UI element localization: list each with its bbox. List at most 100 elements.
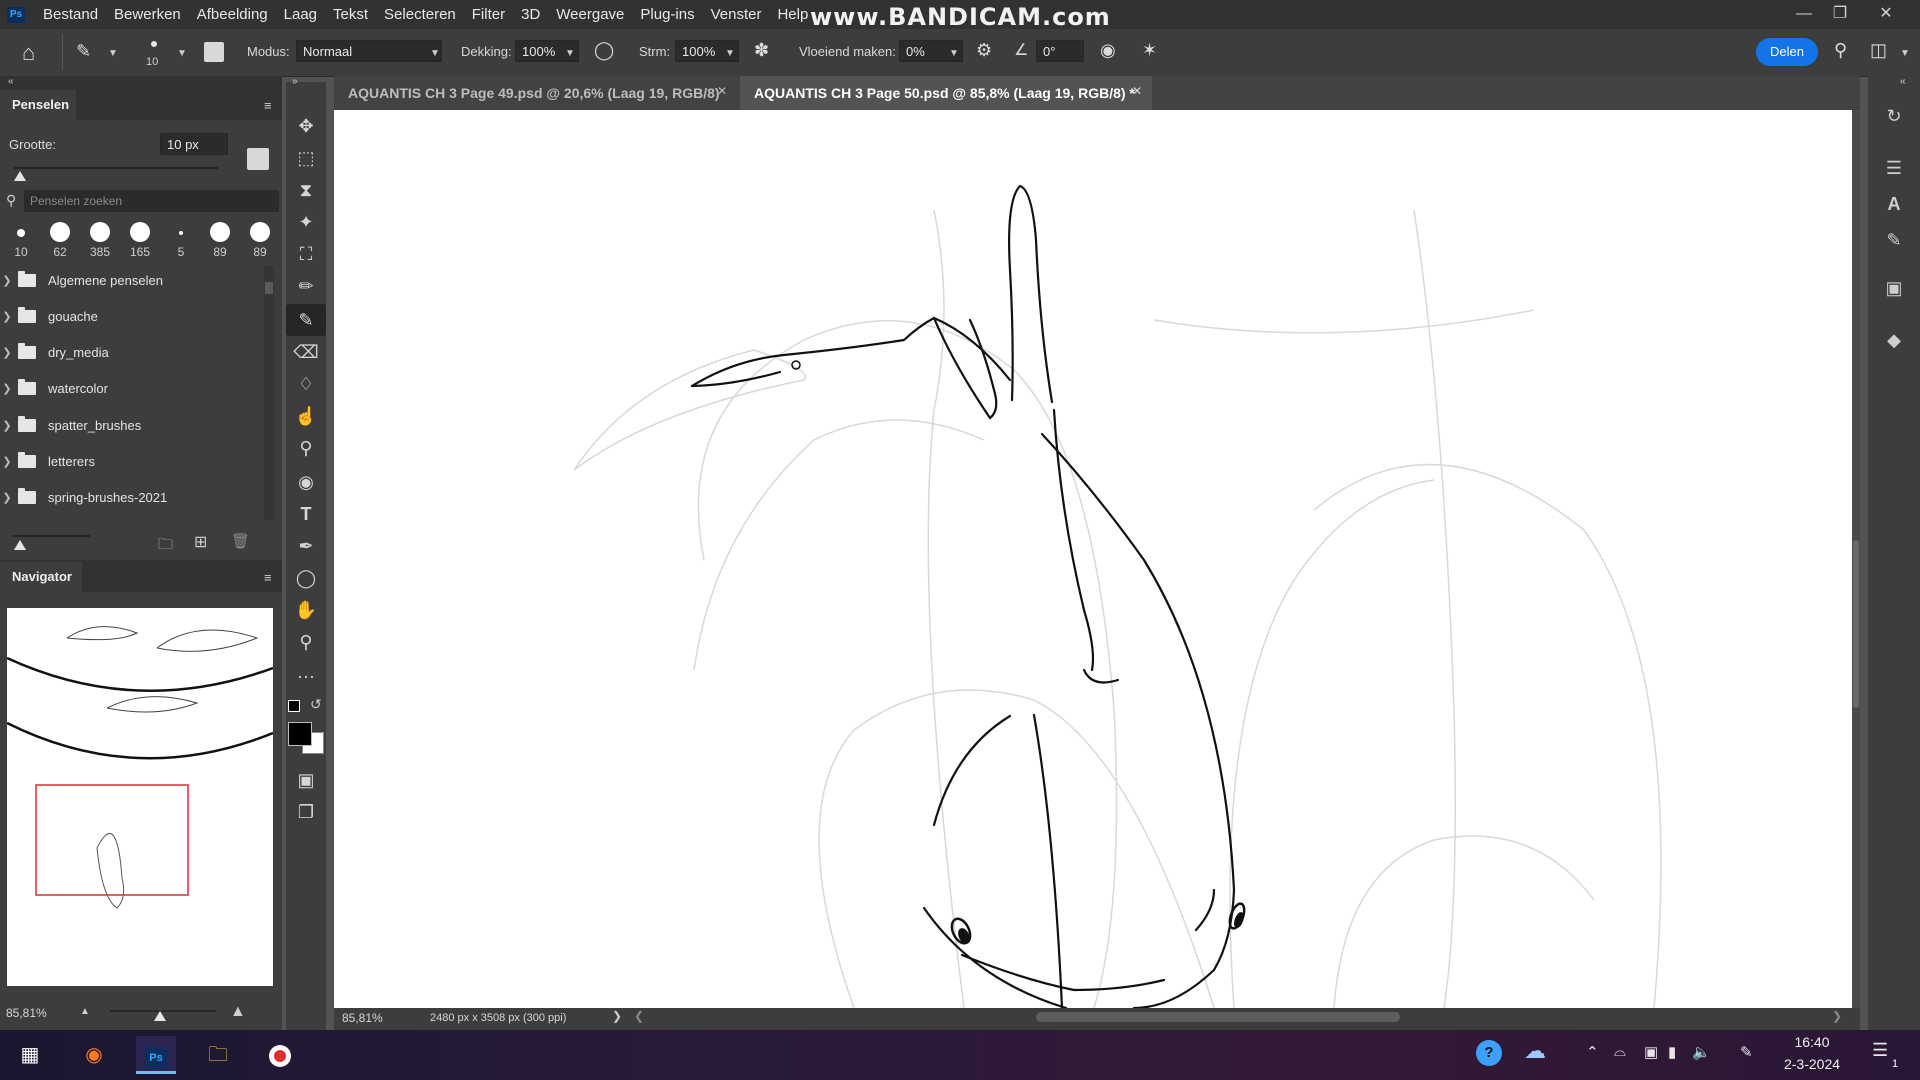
smudge-tool-icon[interactable]: ☝ [286, 400, 326, 432]
zoom-out-icon[interactable]: ▲ [80, 1006, 90, 1017]
brush-tool-icon[interactable]: ✎ [76, 41, 91, 62]
preview-size-slider[interactable] [12, 535, 90, 537]
brush-preset-dot[interactable] [90, 222, 110, 242]
close-icon[interactable]: ✕ [1868, 0, 1904, 29]
preview-slider-thumb[interactable] [14, 540, 26, 550]
brush-preset-dot[interactable] [179, 231, 183, 235]
menu-laag[interactable]: Laag [276, 0, 325, 29]
brush-folder[interactable]: ❯ watercolor [0, 370, 264, 406]
document-canvas[interactable] [334, 110, 1860, 1010]
airbrush-icon[interactable]: ✽ [754, 40, 769, 61]
navigator-zoom-value[interactable]: 85,81% [6, 1006, 47, 1020]
brush-preset-dot[interactable] [210, 222, 230, 242]
navigator-view-frame[interactable] [35, 784, 189, 896]
chevron-up-icon[interactable]: ⌃ [1586, 1043, 1599, 1061]
blob-brush-tool-icon[interactable]: ◉ [286, 466, 326, 498]
lasso-tool-icon[interactable]: ⧗ [286, 174, 326, 206]
libraries-panel-icon[interactable]: ▣ [1878, 272, 1910, 304]
brush-search-input[interactable]: Penselen zoeken [24, 190, 279, 212]
chevron-right-icon[interactable]: ❯ [0, 382, 14, 395]
navigator-preview[interactable] [7, 608, 273, 986]
vertical-scrollbar-thumb[interactable] [1853, 540, 1859, 708]
ellipse-tool-icon[interactable]: ◯ [286, 562, 326, 594]
brush-folder[interactable]: ❯ spatter_brushes [0, 407, 264, 443]
folder-scrollbar-thumb[interactable] [265, 282, 273, 294]
eraser-tool-icon[interactable]: ⌫ [286, 336, 326, 368]
scroll-right-icon[interactable]: ❯ [1832, 1009, 1842, 1023]
dodge-tool-icon[interactable]: ⚲ [286, 432, 326, 464]
volume-icon[interactable]: 🔈 [1692, 1043, 1711, 1061]
panel-menu-icon[interactable]: ≡ [264, 570, 272, 585]
chevron-right-icon[interactable]: ❯ [0, 310, 14, 323]
tab-penselen[interactable]: Penselen [0, 90, 76, 120]
menu-afbeelding[interactable]: Afbeelding [189, 0, 276, 29]
menu-tekst[interactable]: Tekst [325, 0, 376, 29]
chevron-right-icon[interactable]: ❯ [0, 346, 14, 359]
mode-select[interactable]: Normaal [296, 40, 442, 62]
chevron-down-icon[interactable]: ▼ [108, 48, 118, 59]
marquee-tool-icon[interactable]: ⬚ [286, 142, 326, 174]
brush-preset-dot[interactable] [250, 222, 270, 242]
paint-bucket-tool-icon[interactable]: ♢ [286, 368, 326, 400]
collapse-panel-icon[interactable]: « [1900, 76, 1906, 87]
angle-field[interactable]: 0° [1036, 40, 1084, 62]
chevron-down-icon[interactable]: ▼ [949, 48, 959, 59]
folder-scrollbar[interactable] [264, 266, 274, 520]
screen-mode-icon[interactable]: ❐ [286, 796, 326, 828]
tab-navigator[interactable]: Navigator [0, 562, 82, 592]
panel-menu-icon[interactable]: ≡ [264, 98, 272, 113]
menu-plug-ins[interactable]: Plug-ins [632, 0, 702, 29]
camera-icon[interactable]: ▣ [1644, 1043, 1658, 1061]
pen-icon[interactable]: ✎ [1740, 1043, 1753, 1061]
eyedropper-tool-icon[interactable]: ✏ [286, 270, 326, 302]
close-tab-icon[interactable]: ✕ [717, 84, 727, 98]
photoshop-logo-icon[interactable]: Ps [7, 6, 25, 23]
magic-wand-tool-icon[interactable]: ✦ [286, 206, 326, 238]
brush-folder[interactable]: ❯ gouache [0, 298, 264, 334]
brush-folder[interactable]: ❯ dry_media [0, 334, 264, 370]
zoom-tool-icon[interactable]: ⚲ [286, 626, 326, 658]
swap-colors-icon[interactable]: ↺ [310, 696, 322, 713]
adjustments-panel-icon[interactable]: ☰ [1878, 152, 1910, 184]
document-tab[interactable]: AQUANTIS CH 3 Page 49.psd @ 20,6% (Laag … [334, 76, 740, 110]
clock-time[interactable]: 16:40 [1782, 1034, 1842, 1050]
chevron-down-icon[interactable]: ▼ [725, 48, 735, 59]
menu-bewerken[interactable]: Bewerken [106, 0, 189, 29]
gear-icon[interactable]: ⚙ [976, 40, 992, 61]
add-brush-icon[interactable]: ⊞ [194, 532, 207, 552]
clock-date[interactable]: 2-3-2024 [1774, 1056, 1850, 1072]
zoom-in-icon[interactable]: ▲ [230, 1003, 246, 1021]
brush-tool-icon[interactable]: ✎ [286, 304, 326, 336]
onedrive-icon[interactable]: ☁ [1524, 1038, 1546, 1064]
trash-icon[interactable]: 🗑 [231, 532, 250, 550]
help-icon[interactable]: ? [1476, 1040, 1502, 1066]
horizontal-scrollbar-thumb[interactable] [1036, 1012, 1400, 1022]
photoshop-taskbar-icon[interactable]: Ps [136, 1036, 176, 1074]
notifications-icon[interactable]: ☰ [1872, 1040, 1888, 1061]
brush-preset-dot[interactable] [17, 229, 25, 237]
status-zoom[interactable]: 85,81% [342, 1011, 383, 1025]
chevron-right-icon[interactable]: ❯ [612, 1009, 622, 1023]
windows-start-icon[interactable]: ▦ [10, 1036, 50, 1074]
menu-weergave[interactable]: Weergave [548, 0, 632, 29]
history-panel-icon[interactable]: ↻ [1878, 100, 1910, 132]
restore-icon[interactable]: ❐ [1822, 0, 1858, 29]
chevron-right-icon[interactable]: ❯ [0, 491, 14, 504]
crop-tool-icon[interactable]: ⛶ [286, 238, 326, 270]
menu-selecteren[interactable]: Selecteren [376, 0, 464, 29]
default-colors-icon[interactable] [288, 700, 300, 712]
search-icon[interactable]: ⚲ [1834, 40, 1847, 61]
scroll-left-icon[interactable]: ❮ [634, 1009, 644, 1023]
size-slider-track[interactable] [14, 167, 218, 169]
minimize-icon[interactable]: — [1786, 0, 1822, 29]
brush-settings-panel-icon[interactable]: ✎ [1878, 224, 1910, 256]
chevron-down-icon[interactable]: ▼ [565, 48, 575, 59]
brush-folder[interactable]: ❯ letterers [0, 443, 264, 479]
foreground-color-swatch[interactable] [288, 722, 312, 746]
more-tools-icon[interactable]: ··· [286, 660, 326, 692]
share-button[interactable]: Delen [1756, 38, 1818, 66]
move-tool-icon[interactable]: ✥ [286, 110, 326, 142]
layers-panel-icon[interactable]: ◆ [1878, 324, 1910, 356]
bandicam-icon[interactable] [260, 1036, 300, 1074]
battery-icon[interactable]: ▮ [1668, 1043, 1676, 1061]
